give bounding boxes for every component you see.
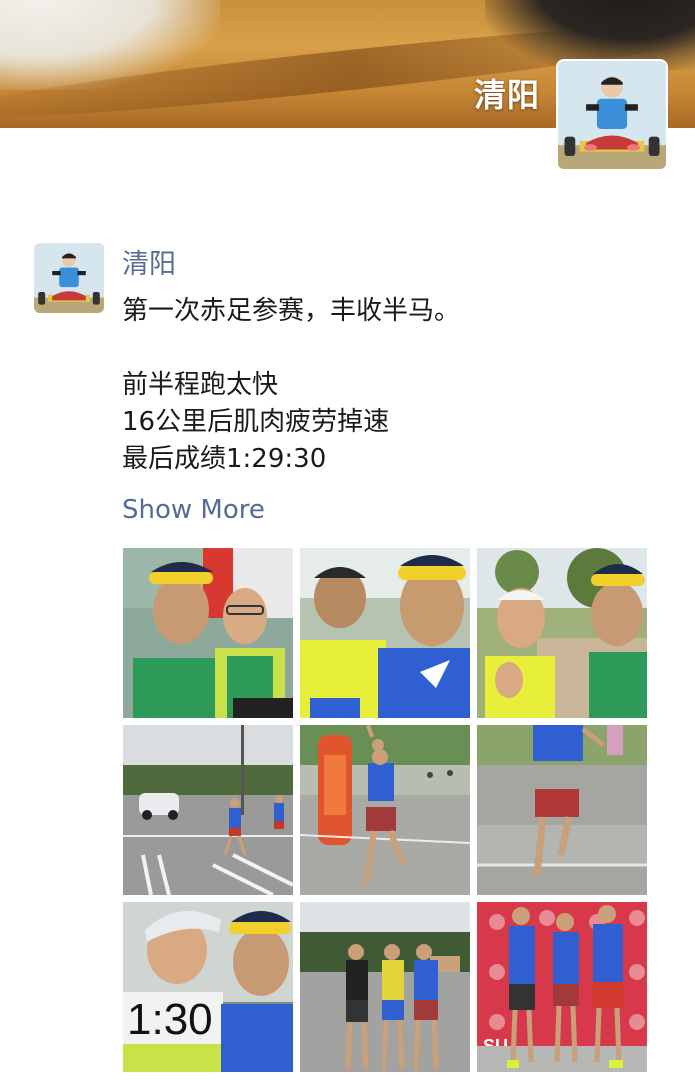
post-line: 16公里后肌肉疲劳掉速 xyxy=(122,407,390,437)
svg-text:1:30: 1:30 xyxy=(127,995,213,1044)
post-line: 最后成绩1:29:30 xyxy=(122,444,327,474)
photo-runner-finish xyxy=(477,725,647,895)
photo-selfie-bib: 1:30 xyxy=(123,902,293,1072)
photo-thumbnail-7[interactable]: 1:30 xyxy=(123,902,293,1072)
photo-group-three xyxy=(300,902,470,1072)
photo-thumbnail-4[interactable] xyxy=(123,725,293,895)
profile-avatar[interactable] xyxy=(556,59,668,171)
photo-thumbnail-3[interactable] xyxy=(477,548,647,718)
photo-thumbnail-5[interactable] xyxy=(300,725,470,895)
photo-runner-arch xyxy=(300,725,470,895)
show-more-link[interactable]: Show More xyxy=(122,493,265,527)
cover-profile-name[interactable]: 清阳 xyxy=(474,70,540,116)
photo-thumbnail-2[interactable] xyxy=(300,548,470,718)
photo-thumbnail-1[interactable] xyxy=(123,548,293,718)
photo-selfie-two xyxy=(300,548,470,718)
avatar-person-icon xyxy=(34,243,104,313)
photo-road-runners xyxy=(123,725,293,895)
post-line: 前半程跑太快 xyxy=(122,370,279,400)
photo-thumbnail-8[interactable] xyxy=(300,902,470,1072)
post-author-avatar[interactable] xyxy=(34,243,104,313)
photo-grid: 1:30 xyxy=(123,548,647,1072)
photo-selfie-flag xyxy=(123,548,293,718)
photo-podium-three: SU xyxy=(477,902,647,1072)
post-line-blank xyxy=(122,330,662,367)
photo-thumbnail-9[interactable]: SU xyxy=(477,902,647,1072)
avatar-person-icon xyxy=(558,61,666,169)
photo-thumbnail-6[interactable] xyxy=(477,725,647,895)
post-line: 第一次赤足参赛，丰收半马。 xyxy=(122,296,461,326)
post-author-name[interactable]: 清阳 xyxy=(122,248,176,282)
post-body: 第一次赤足参赛，丰收半马。 前半程跑太快 16公里后肌肉疲劳掉速 最后成绩1:2… xyxy=(122,293,662,478)
photo-selfie-thumb xyxy=(477,548,647,718)
